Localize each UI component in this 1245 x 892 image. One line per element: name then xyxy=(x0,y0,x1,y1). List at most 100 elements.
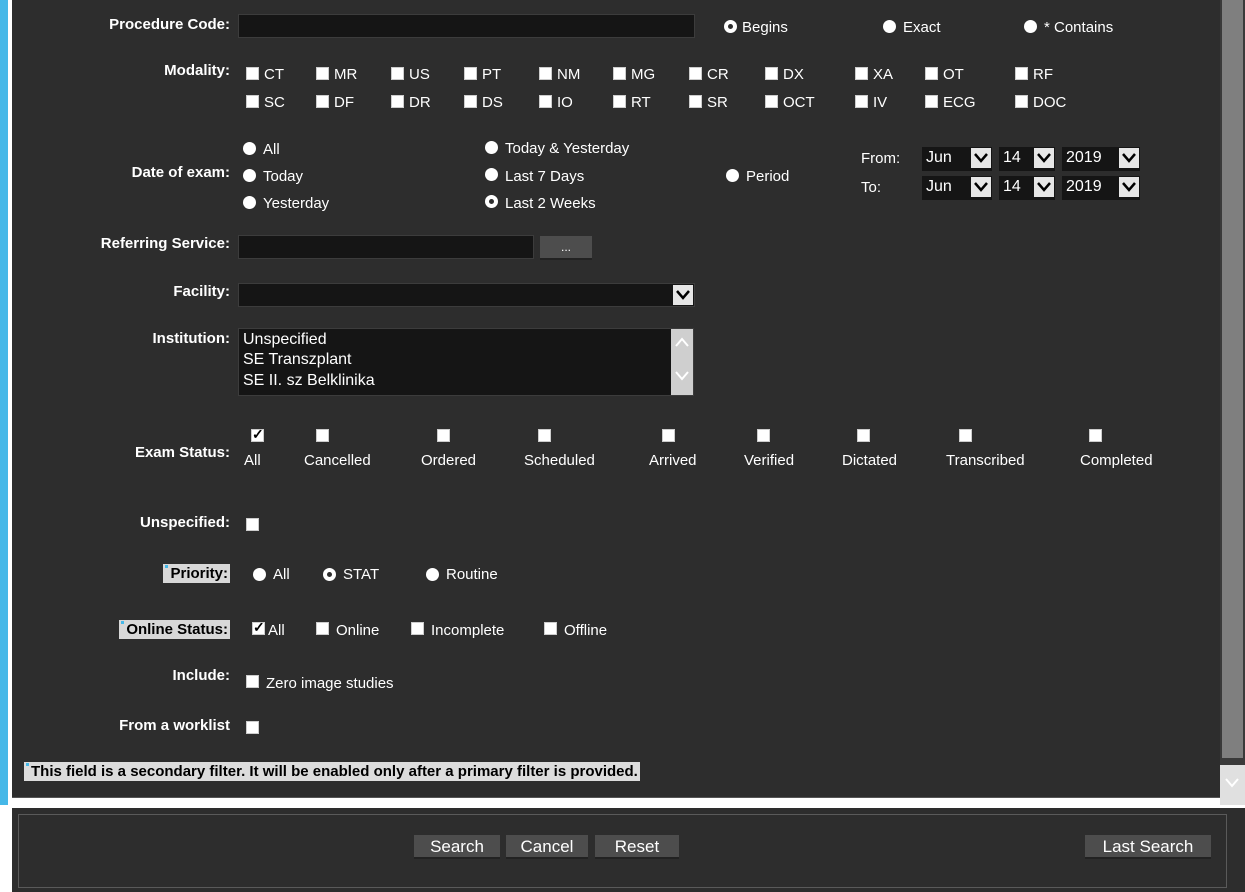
from-label: From: xyxy=(861,150,901,167)
modality-xa-label: XA xyxy=(873,66,894,83)
modality-mr-label: MR xyxy=(334,66,358,83)
begins-radio[interactable] xyxy=(724,20,737,33)
exact-radio[interactable] xyxy=(883,20,896,33)
modality-doc-checkbox[interactable] xyxy=(1015,95,1028,108)
online-incomplete-checkbox[interactable] xyxy=(411,622,424,635)
institution-listbox[interactable]: Unspecified SE Transzplant SE II. sz Bel… xyxy=(238,328,694,396)
modality-io-label: IO xyxy=(557,94,573,111)
date-last2weeks-radio[interactable] xyxy=(485,195,498,208)
reset-button[interactable]: Reset xyxy=(595,835,679,859)
exam-status-cancelled-checkbox[interactable] xyxy=(316,429,329,442)
contains-radio[interactable] xyxy=(1024,20,1037,33)
modality-df-checkbox[interactable] xyxy=(316,95,329,108)
exam-status-dictated-label: Dictated xyxy=(842,452,898,469)
online-all-checkbox[interactable] xyxy=(252,619,265,636)
modality-ds-checkbox[interactable] xyxy=(464,95,477,108)
vertical-scrollbar[interactable] xyxy=(1220,0,1245,805)
search-button[interactable]: Search xyxy=(414,835,500,859)
institution-option[interactable]: SE Transzplant xyxy=(243,351,352,369)
priority-all-radio[interactable] xyxy=(253,568,266,581)
modality-ot-checkbox[interactable] xyxy=(925,67,938,80)
modality-rt-checkbox[interactable] xyxy=(613,95,626,108)
modality-rf-checkbox[interactable] xyxy=(1015,67,1028,80)
exam-status-transcribed-checkbox[interactable] xyxy=(959,429,972,442)
modality-mg-checkbox[interactable] xyxy=(613,67,626,80)
modality-oct-checkbox[interactable] xyxy=(765,95,778,108)
date-today-radio[interactable] xyxy=(243,169,256,182)
date-all-label: All xyxy=(263,141,280,158)
modality-sr-checkbox[interactable] xyxy=(689,95,702,108)
modality-dx-label: DX xyxy=(783,66,804,83)
from-year-select[interactable]: 2019 xyxy=(1062,147,1140,171)
worklist-checkbox[interactable] xyxy=(246,721,259,734)
chevron-down-icon xyxy=(971,177,991,197)
modality-dx-checkbox[interactable] xyxy=(765,67,778,80)
modality-doc-label: DOC xyxy=(1033,94,1067,111)
modality-iv-checkbox[interactable] xyxy=(855,95,868,108)
date-today-yesterday-radio[interactable] xyxy=(485,141,498,154)
modality-xa-checkbox[interactable] xyxy=(855,67,868,80)
exam-status-completed-checkbox[interactable] xyxy=(1089,429,1102,442)
to-label: To: xyxy=(861,179,882,196)
modality-ct-checkbox[interactable] xyxy=(246,67,259,80)
modality-sc-checkbox[interactable] xyxy=(246,95,259,108)
cancel-button[interactable]: Cancel xyxy=(506,835,588,859)
date-all-radio[interactable] xyxy=(243,142,256,155)
window-edge xyxy=(0,0,8,805)
exam-status-arrived-label: Arrived xyxy=(649,452,697,469)
exam-status-label: Exam Status: xyxy=(134,444,230,461)
online-online-checkbox[interactable] xyxy=(316,622,329,635)
modality-dr-checkbox[interactable] xyxy=(391,95,404,108)
procedure-code-input[interactable] xyxy=(238,14,695,38)
exam-status-ordered-checkbox[interactable] xyxy=(437,429,450,442)
modality-mr-checkbox[interactable] xyxy=(316,67,329,80)
zero-image-checkbox[interactable] xyxy=(246,675,259,688)
from-day-select[interactable]: 14 xyxy=(999,147,1055,171)
institution-option[interactable]: Unspecified xyxy=(243,331,327,349)
date-period-radio[interactable] xyxy=(726,169,739,182)
exam-status-verified-checkbox[interactable] xyxy=(757,429,770,442)
priority-label: Priority: xyxy=(163,564,230,583)
referring-service-input[interactable] xyxy=(238,235,534,259)
to-month-select[interactable]: Jun xyxy=(922,176,992,200)
modality-pt-checkbox[interactable] xyxy=(464,67,477,80)
institution-option[interactable]: SE II. sz Belklinika xyxy=(243,372,375,390)
exam-status-all-checkbox[interactable] xyxy=(251,426,264,443)
online-offline-checkbox[interactable] xyxy=(544,622,557,635)
exam-status-transcribed-label: Transcribed xyxy=(946,452,1025,469)
exam-status-verified-label: Verified xyxy=(744,452,795,469)
modality-us-checkbox[interactable] xyxy=(391,67,404,80)
exam-status-scheduled-checkbox[interactable] xyxy=(538,429,551,442)
exam-status-dictated-checkbox[interactable] xyxy=(857,429,870,442)
priority-stat-radio[interactable] xyxy=(323,568,336,581)
modality-cr-checkbox[interactable] xyxy=(689,67,702,80)
modality-us-label: US xyxy=(409,66,430,83)
modality-df-label: DF xyxy=(334,94,354,111)
referring-service-browse-button[interactable]: ... xyxy=(540,236,592,260)
modality-label: Modality: xyxy=(164,62,230,79)
to-year-select[interactable]: 2019 xyxy=(1062,176,1140,200)
unspecified-checkbox[interactable] xyxy=(246,518,259,531)
modality-ot-label: OT xyxy=(943,66,964,83)
last-search-button[interactable]: Last Search xyxy=(1085,835,1211,859)
search-form-panel: Procedure Code: Begins Exact * Contains … xyxy=(12,0,1221,798)
modality-ecg-label: ECG xyxy=(943,94,976,111)
date-last7-label: Last 7 Days xyxy=(505,168,585,185)
modality-io-checkbox[interactable] xyxy=(539,95,552,108)
chevron-down-icon[interactable] xyxy=(675,371,689,381)
from-month-select[interactable]: Jun xyxy=(922,147,992,171)
modality-nm-checkbox[interactable] xyxy=(539,67,552,80)
priority-routine-radio[interactable] xyxy=(426,568,439,581)
scroll-down-button[interactable] xyxy=(1220,765,1245,805)
facility-select[interactable] xyxy=(238,283,695,307)
exact-label: Exact xyxy=(903,19,941,36)
modality-ds-label: DS xyxy=(482,94,503,111)
scrollbar-thumb[interactable] xyxy=(1222,0,1243,758)
exam-status-arrived-checkbox[interactable] xyxy=(662,429,675,442)
date-last7-radio[interactable] xyxy=(485,168,498,181)
institution-scrollbar[interactable] xyxy=(671,329,693,395)
modality-ecg-checkbox[interactable] xyxy=(925,95,938,108)
to-day-select[interactable]: 14 xyxy=(999,176,1055,200)
date-yesterday-radio[interactable] xyxy=(243,196,256,209)
chevron-up-icon[interactable] xyxy=(675,337,689,347)
